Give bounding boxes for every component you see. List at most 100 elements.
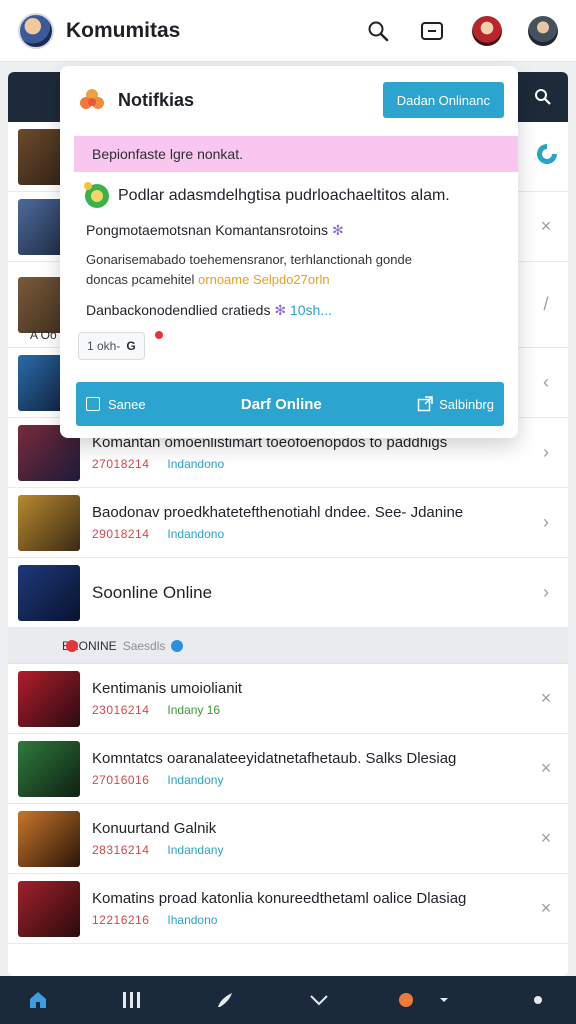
notification-footer: Sanee Darf Online Salbinbrg: [76, 382, 504, 426]
checkbox-icon[interactable]: [86, 397, 100, 411]
list-item-title: Soonline Online: [92, 582, 213, 602]
refresh-icon[interactable]: [534, 141, 558, 172]
brush-icon[interactable]: [211, 986, 239, 1014]
chat-bubble-icon: [84, 182, 109, 208]
close-icon[interactable]: ×: [534, 688, 558, 709]
list-item-tag: Indandono: [167, 457, 225, 471]
search-icon[interactable]: [534, 88, 552, 106]
search-icon[interactable]: [364, 17, 392, 45]
library-icon[interactable]: [118, 986, 146, 1014]
reaction-chip[interactable]: 1 okh- G: [78, 331, 163, 360]
list-item[interactable]: Baodonav proedkhatetefthenotiahl dndee. …: [8, 488, 568, 558]
list-item-tag: Indandony: [167, 773, 224, 787]
notification-title: Notifkias: [118, 89, 195, 110]
chevron-right-icon[interactable]: ›: [534, 512, 558, 533]
section-header: BRONINE Saesdls: [8, 628, 568, 664]
live-dot-icon: [66, 639, 78, 652]
google-icon: G: [126, 339, 136, 353]
header-actions: [364, 15, 558, 46]
close-icon[interactable]: ×: [534, 758, 558, 779]
list-item-title: Komntatcs oaranalateeyidatnetafhetaub. S…: [92, 750, 457, 767]
chevron-right-icon[interactable]: ›: [534, 442, 558, 463]
notification-popup: Notifkias Dadan Onlinanc Bepionfaste lgr…: [60, 66, 518, 438]
footer-share[interactable]: Salbinbrg: [417, 396, 494, 412]
list-item-title: Komatins proad katonlia konureedthetaml …: [92, 890, 467, 907]
list-item[interactable]: Komatins proad katonlia konureedthetaml …: [8, 874, 568, 944]
footer-left-label: Sanee: [108, 396, 146, 412]
bottom-navigation: [0, 976, 576, 1024]
list-item-tag: Indany 16: [167, 703, 221, 717]
community-avatar[interactable]: [18, 12, 54, 49]
list-item-date: 27016016: [92, 773, 150, 787]
list-item[interactable]: Komntatcs oaranalateeyidatnetafhetaub. S…: [8, 734, 568, 804]
thumbnail-image: [18, 564, 80, 621]
list-item-content: Kentimanis umoiolianit 23016214 Indany 16: [92, 680, 534, 717]
list-item-date: 23016214: [92, 703, 150, 717]
list-item-content: Komntatcs oaranalateeyidatnetafhetaub. S…: [92, 750, 534, 787]
footer-select[interactable]: Sanee: [86, 397, 146, 412]
list-item-tag: Indandono: [167, 527, 225, 541]
app-title: Komumitas: [66, 18, 181, 42]
list-item-content: Konuurtand Galnik 28316214 Indandany: [92, 820, 534, 857]
list-item-title: Baodonav proedkhatetefthenotiahl dndee. …: [92, 504, 464, 521]
list-item-tag: Ihandono: [167, 913, 218, 927]
home-icon[interactable]: [24, 986, 52, 1014]
close-icon[interactable]: ×: [534, 898, 558, 919]
thumbnail-image: [18, 670, 80, 727]
account-menu[interactable]: [398, 986, 458, 1014]
more-dot-icon[interactable]: [524, 986, 552, 1014]
external-link-icon: [417, 396, 433, 412]
thumbnail-image: [18, 810, 80, 867]
list-item-content: Komatins proad katonlia konureedthetaml …: [92, 890, 534, 927]
close-icon[interactable]: ×: [534, 828, 558, 849]
notification-line: Pongmotaemotsnan Komantansrotoins ✻: [86, 222, 344, 239]
thumbnail-image: [18, 740, 80, 797]
thumbnail-image: [18, 494, 80, 551]
list-item-content: Baodonav proedkhatetefthenotiahl dndee. …: [92, 504, 534, 541]
flower-logo-icon: [78, 87, 104, 113]
notification-highlight[interactable]: ornoame Selpdo27orln: [198, 272, 330, 287]
notification-message: Podlar adasmdelhgtisa pudrloachaeltitos …: [118, 187, 450, 204]
notification-badge: [155, 331, 163, 339]
notification-detail-line: doncas pcamehitel: [86, 272, 195, 287]
notification-detail-line: Gonarisemabado toehemensranor, terhlanct…: [86, 252, 412, 267]
online-button[interactable]: Dadan Onlinanc: [382, 82, 504, 118]
section-sub: Saesdls: [122, 638, 166, 653]
verified-icon: [171, 639, 184, 652]
chevron-right-icon[interactable]: ›: [534, 582, 558, 603]
list-item-content: Soonline Online: [92, 583, 534, 603]
list-item-date: 12216216: [92, 913, 150, 927]
notification-detail: Gonarisemabado toehemensranor, terhlanct…: [86, 250, 412, 290]
chip-label: 1 okh-: [87, 339, 121, 353]
side-label: A Oo: [30, 328, 57, 342]
edit-icon[interactable]: /: [534, 294, 558, 315]
footer-online-button[interactable]: Darf Online: [146, 396, 417, 413]
list-item[interactable]: Konuurtand Galnik 28316214 Indandany ×: [8, 804, 568, 874]
user-avatar-icon[interactable]: [472, 15, 502, 46]
spark-icon: ✻: [331, 222, 344, 238]
notification-line: Danbackonodendlied cratieds ✻ 10sh...: [86, 302, 332, 319]
notification-header: Notifkias Dadan Onlinanc: [60, 66, 518, 118]
chevron-left-icon[interactable]: ‹: [534, 372, 558, 393]
list-item-tag: Indandany: [167, 843, 224, 857]
thumbnail-image: [18, 880, 80, 937]
notification-link[interactable]: 10sh...: [290, 302, 332, 318]
list-item-date: 28316214: [92, 843, 150, 857]
list-item-content: Komantan omoenlistimart toeofoenopdos to…: [92, 434, 534, 471]
message-box-icon[interactable]: [418, 17, 446, 45]
spark-icon: ✻: [274, 302, 287, 318]
list-item-title: Konuurtand Galnik: [92, 820, 217, 837]
footer-right-label: Salbinbrg: [439, 396, 494, 412]
alert-banner: Bepionfaste lgre nonkat.: [74, 136, 518, 172]
list-item[interactable]: Kentimanis umoiolianit 23016214 Indany 16…: [8, 664, 568, 734]
list-item-date: 27018214: [92, 457, 150, 471]
profile-avatar-icon[interactable]: [528, 15, 558, 46]
notification-text: Pongmotaemotsnan Komantansrotoins: [86, 222, 329, 238]
close-icon[interactable]: ×: [534, 216, 558, 237]
notification-text: Danbackonodendlied cratieds: [86, 302, 271, 318]
list-item-title: Kentimanis umoiolianit: [92, 680, 243, 697]
list-item[interactable]: Soonline Online ›: [8, 558, 568, 628]
chevron-down-icon[interactable]: [305, 986, 333, 1014]
app-header: Komumitas: [0, 0, 576, 62]
list-item-date: 29018214: [92, 527, 150, 541]
